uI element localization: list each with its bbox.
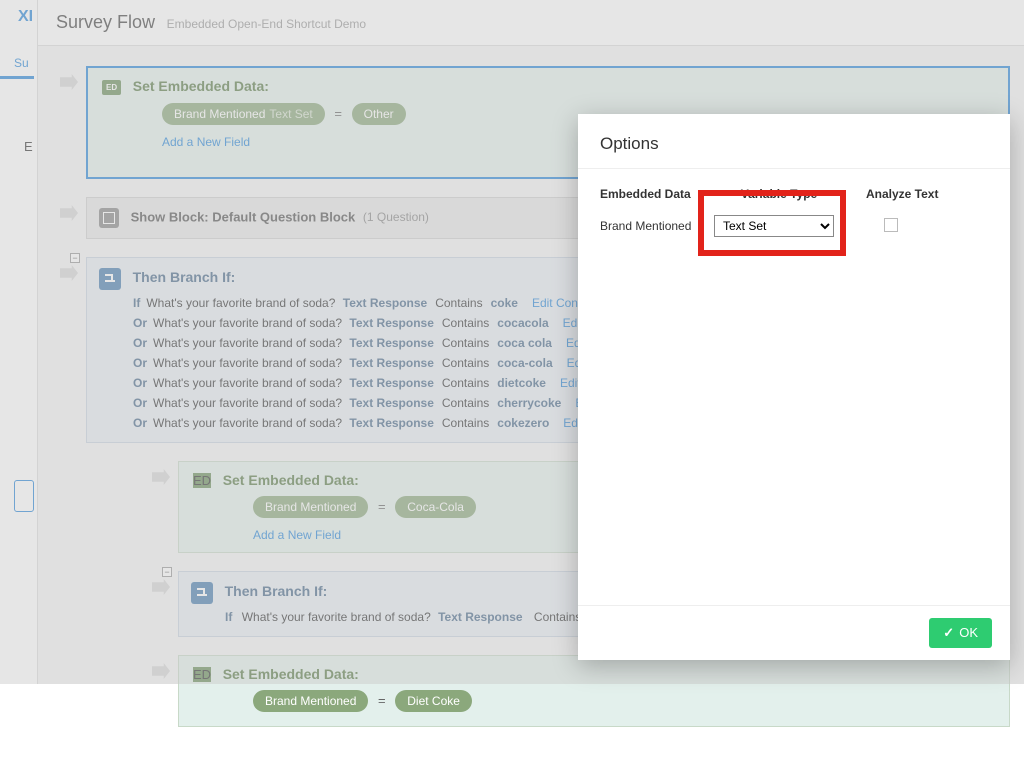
condition-operator: Contains [534, 610, 581, 624]
ed-field-name: Brand Mentioned [174, 107, 265, 121]
ed-value-pill[interactable]: Other [352, 103, 406, 125]
collapse-toggle[interactable]: − [162, 567, 172, 577]
modal-title: Options [578, 114, 1010, 169]
block-icon [99, 208, 119, 228]
condition-question: What's your favorite brand of soda? [242, 610, 431, 624]
ed-name-label: Brand Mentioned [600, 219, 692, 233]
condition-response-type: Text Response [349, 336, 433, 350]
condition-question: What's your favorite brand of soda? [153, 396, 342, 410]
flow-arrow-icon [152, 579, 170, 595]
condition-question: What's your favorite brand of soda? [153, 356, 342, 370]
condition-keyword: If [133, 296, 140, 310]
condition-keyword: Or [133, 376, 147, 390]
condition-value: coca cola [497, 336, 552, 350]
condition-operator: Contains [442, 316, 489, 330]
block-title: Set Embedded Data: [223, 666, 359, 682]
condition-operator: Contains [442, 416, 489, 430]
sidebar-action-button[interactable] [14, 480, 34, 512]
branch-icon [191, 582, 213, 604]
app-logo: XI [0, 0, 37, 26]
branch-title: Then Branch If: [225, 583, 328, 599]
embedded-data-icon: ED [193, 473, 211, 488]
collapse-toggle[interactable]: − [70, 253, 80, 263]
flow-arrow-icon [152, 469, 170, 485]
left-sidebar: XI Su E [0, 0, 38, 684]
condition-keyword: Or [133, 316, 147, 330]
condition-response-type: Text Response [349, 316, 433, 330]
condition-operator: Contains [442, 336, 489, 350]
condition-question: What's your favorite brand of soda? [146, 296, 335, 310]
column-header-embedded-data: Embedded Data [600, 187, 692, 201]
add-field-link[interactable]: Add a New Field [253, 528, 341, 542]
condition-keyword: Or [133, 356, 147, 370]
ed-field-pill[interactable]: Brand Mentioned [253, 690, 368, 712]
block-title: Set Embedded Data: [223, 472, 359, 488]
ed-value-pill[interactable]: Coca-Cola [395, 496, 476, 518]
options-modal: Options Embedded Data Variable Type Anal… [578, 114, 1010, 660]
condition-response-type: Text Response [349, 376, 433, 390]
condition-value: cocacola [497, 316, 548, 330]
equals-label: = [378, 499, 386, 514]
condition-operator: Contains [442, 376, 489, 390]
variable-type-select[interactable]: Text Set [714, 215, 834, 237]
condition-value: cokezero [497, 416, 549, 430]
condition-value: coke [491, 296, 518, 310]
equals-label: = [334, 106, 342, 121]
condition-response-type: Text Response [349, 356, 433, 370]
flow-arrow-icon [60, 205, 78, 221]
ed-field-type: Text Set [269, 107, 312, 121]
condition-keyword: Or [133, 396, 147, 410]
condition-question: What's your favorite brand of soda? [153, 416, 342, 430]
branch-title: Then Branch If: [133, 269, 236, 285]
condition-value: dietcoke [497, 376, 546, 390]
block-title: Set Embedded Data: [133, 78, 269, 94]
flow-block-embedded-data-nested2[interactable]: ED Set Embedded Data: Brand Mentioned = … [178, 655, 1010, 727]
show-block-count: (1 Question) [363, 210, 429, 224]
column-header-analyze-text: Analyze Text [866, 187, 938, 201]
flow-arrow-icon [60, 265, 78, 281]
condition-question: What's your favorite brand of soda? [153, 376, 342, 390]
condition-response-type: Text Response [343, 296, 427, 310]
condition-response-type: Text Response [349, 396, 433, 410]
ed-field-pill[interactable]: Brand Mentioned Text Set [162, 103, 325, 125]
page-subtitle: Embedded Open-End Shortcut Demo [167, 17, 366, 31]
analyze-text-checkbox[interactable] [884, 218, 898, 232]
flow-arrow-icon [152, 663, 170, 679]
branch-icon [99, 268, 121, 290]
ed-field-pill[interactable]: Brand Mentioned [253, 496, 368, 518]
tab-survey[interactable]: Su [0, 26, 34, 79]
flow-arrow-icon [60, 74, 78, 90]
condition-question: What's your favorite brand of soda? [153, 316, 342, 330]
condition-question: What's your favorite brand of soda? [153, 336, 342, 350]
condition-keyword: If [225, 610, 232, 624]
condition-value: coca-cola [497, 356, 552, 370]
condition-response-type: Text Response [438, 610, 522, 624]
condition-operator: Contains [435, 296, 482, 310]
condition-operator: Contains [442, 356, 489, 370]
condition-keyword: Or [133, 336, 147, 350]
condition-value: cherrycoke [497, 396, 561, 410]
sidebar-item[interactable]: E [24, 139, 37, 154]
page-title: Survey Flow [56, 12, 155, 33]
ok-button[interactable]: OK [929, 618, 992, 648]
condition-keyword: Or [133, 416, 147, 430]
page-header: Survey Flow Embedded Open-End Shortcut D… [38, 0, 1024, 46]
equals-label: = [378, 693, 386, 708]
add-field-link[interactable]: Add a New Field [162, 135, 250, 149]
condition-response-type: Text Response [349, 416, 433, 430]
show-block-title: Show Block: Default Question Block [131, 209, 356, 224]
condition-operator: Contains [442, 396, 489, 410]
embedded-data-icon: ED [102, 80, 121, 95]
column-header-variable-type: Variable Type [714, 187, 844, 201]
embedded-data-icon: ED [193, 667, 211, 682]
ed-value-pill[interactable]: Diet Coke [395, 690, 472, 712]
